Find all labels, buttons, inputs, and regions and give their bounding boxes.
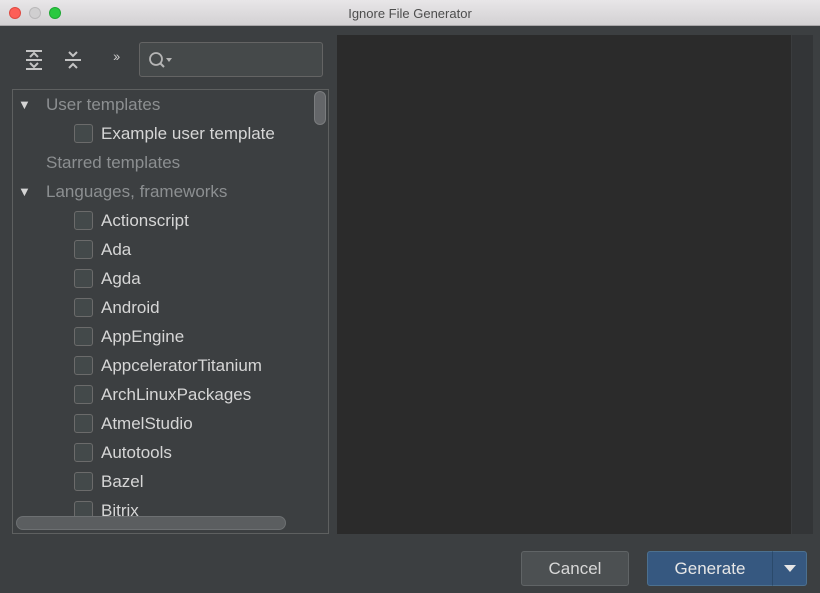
tree-item-label: ArchLinuxPackages — [101, 385, 252, 404]
tree-item[interactable]: Ada — [13, 235, 308, 264]
tree-item[interactable]: Actionscript — [13, 206, 308, 235]
tree-item-label: Autotools — [101, 443, 172, 462]
cancel-button[interactable]: Cancel — [521, 551, 629, 586]
tree-item[interactable]: Example user template — [13, 119, 308, 148]
tree-vertical-scrollbar[interactable] — [314, 91, 326, 125]
template-checkbox[interactable] — [74, 385, 93, 404]
preview-editor[interactable] — [337, 35, 813, 534]
triangle-down-icon[interactable]: ▼ — [18, 90, 31, 119]
tree-group-label: User templates — [46, 95, 161, 114]
template-tree[interactable]: ▼ User templates Example user template Star… — [12, 89, 329, 534]
tree-horizontal-scrollbar[interactable] — [16, 516, 286, 530]
tree-item[interactable]: Bazel — [13, 467, 308, 496]
expand-all-button[interactable] — [21, 47, 47, 73]
collapse-all-button[interactable] — [60, 47, 86, 73]
tree-item[interactable]: Autotools — [13, 438, 308, 467]
search-input[interactable] — [176, 48, 320, 72]
template-checkbox[interactable] — [74, 327, 93, 346]
collapse-all-icon — [65, 51, 81, 69]
tree-group[interactable]: Starred templates — [13, 148, 308, 177]
tree-item-label: Ada — [101, 240, 132, 259]
window-title: Ignore File Generator — [348, 6, 472, 21]
tree-item[interactable]: Agda — [13, 264, 308, 293]
triangle-down-icon[interactable]: ▼ — [18, 177, 31, 206]
title-bar: Ignore File Generator — [0, 0, 820, 26]
tree-item-label: AtmelStudio — [101, 414, 193, 433]
tree-item[interactable]: Android — [13, 293, 308, 322]
tree-group-label: Languages, frameworks — [46, 182, 228, 201]
search-icon — [149, 52, 172, 68]
template-checkbox[interactable] — [74, 124, 93, 143]
tree-item[interactable]: AppceleratorTitanium — [13, 351, 308, 380]
tree-group[interactable]: ▼ Languages, frameworks — [13, 177, 308, 206]
template-checkbox[interactable] — [74, 472, 93, 491]
template-checkbox[interactable] — [74, 269, 93, 288]
tree-group-label: Starred templates — [46, 153, 181, 172]
tree-item[interactable]: AtmelStudio — [13, 409, 308, 438]
tree-item-label: Android — [101, 298, 160, 317]
generate-options-button[interactable] — [772, 551, 807, 586]
tree-item[interactable]: ArchLinuxPackages — [13, 380, 308, 409]
template-checkbox[interactable] — [74, 356, 93, 375]
template-checkbox[interactable] — [74, 298, 93, 317]
preview-scrollbar[interactable] — [791, 35, 813, 534]
toolbar-overflow-button[interactable]: ›› — [113, 48, 120, 64]
tree-item-label: Actionscript — [101, 211, 189, 230]
tree-item-label: Example user template — [101, 124, 275, 143]
search-field[interactable] — [139, 42, 323, 77]
template-checkbox[interactable] — [74, 211, 93, 230]
generate-button[interactable]: Generate — [647, 551, 773, 586]
tree-item[interactable]: AppEngine — [13, 322, 308, 351]
template-checkbox[interactable] — [74, 443, 93, 462]
template-checkbox[interactable] — [74, 414, 93, 433]
tree-item-label: Agda — [101, 269, 141, 288]
expand-all-icon — [26, 50, 42, 70]
tree-item-label: AppEngine — [101, 327, 185, 346]
tree-group[interactable]: ▼ User templates — [13, 90, 308, 119]
template-checkbox[interactable] — [74, 240, 93, 259]
tree-item-label: Bazel — [101, 472, 144, 491]
tree-item-label: AppceleratorTitanium — [101, 356, 262, 375]
dropdown-arrow-icon — [783, 565, 796, 572]
